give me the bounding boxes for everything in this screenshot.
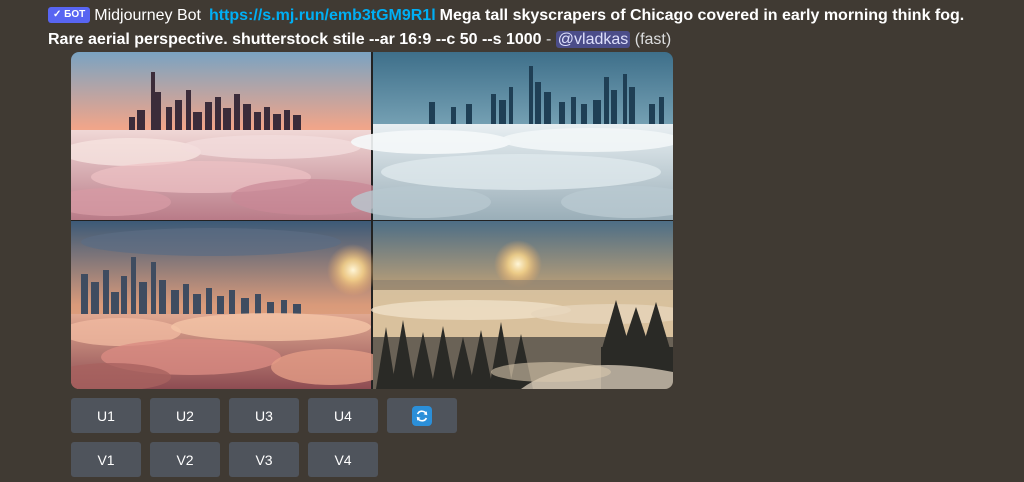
image-grid[interactable]	[71, 52, 673, 389]
message-header: ✓ БОТ Midjourney Bot https://s.mj.run/emb3…	[48, 4, 968, 52]
generation-mode: (fast)	[634, 31, 672, 48]
variation-button-1[interactable]: V1	[71, 442, 141, 477]
variation-button-2[interactable]: V2	[150, 442, 220, 477]
author-name[interactable]: Midjourney Bot	[94, 7, 201, 24]
variation-button-3[interactable]: V3	[229, 442, 299, 477]
grid-image-2[interactable]	[351, 52, 673, 220]
bot-badge: ✓ БОТ	[48, 7, 91, 23]
upscale-button-3[interactable]: U3	[229, 398, 299, 433]
grid-image-3[interactable]	[71, 221, 391, 389]
upscale-button-1[interactable]: U1	[71, 398, 141, 433]
upscale-button-2[interactable]: U2	[150, 398, 220, 433]
separator: -	[541, 31, 556, 48]
grid-image-4[interactable]	[371, 221, 673, 389]
grid-image-1[interactable]	[71, 52, 391, 220]
variation-button-4[interactable]: V4	[308, 442, 378, 477]
refresh-icon	[412, 405, 432, 426]
user-mention[interactable]: @vladkas	[555, 31, 631, 48]
reroll-button[interactable]	[387, 398, 457, 433]
prompt-link[interactable]: https://s.mj.run/emb3tGM9R1l	[209, 7, 436, 24]
variation-button-row: V1 V2 V3 V4	[71, 442, 378, 477]
upscale-button-4[interactable]: U4	[308, 398, 378, 433]
upscale-button-row: U1 U2 U3 U4	[71, 398, 457, 433]
